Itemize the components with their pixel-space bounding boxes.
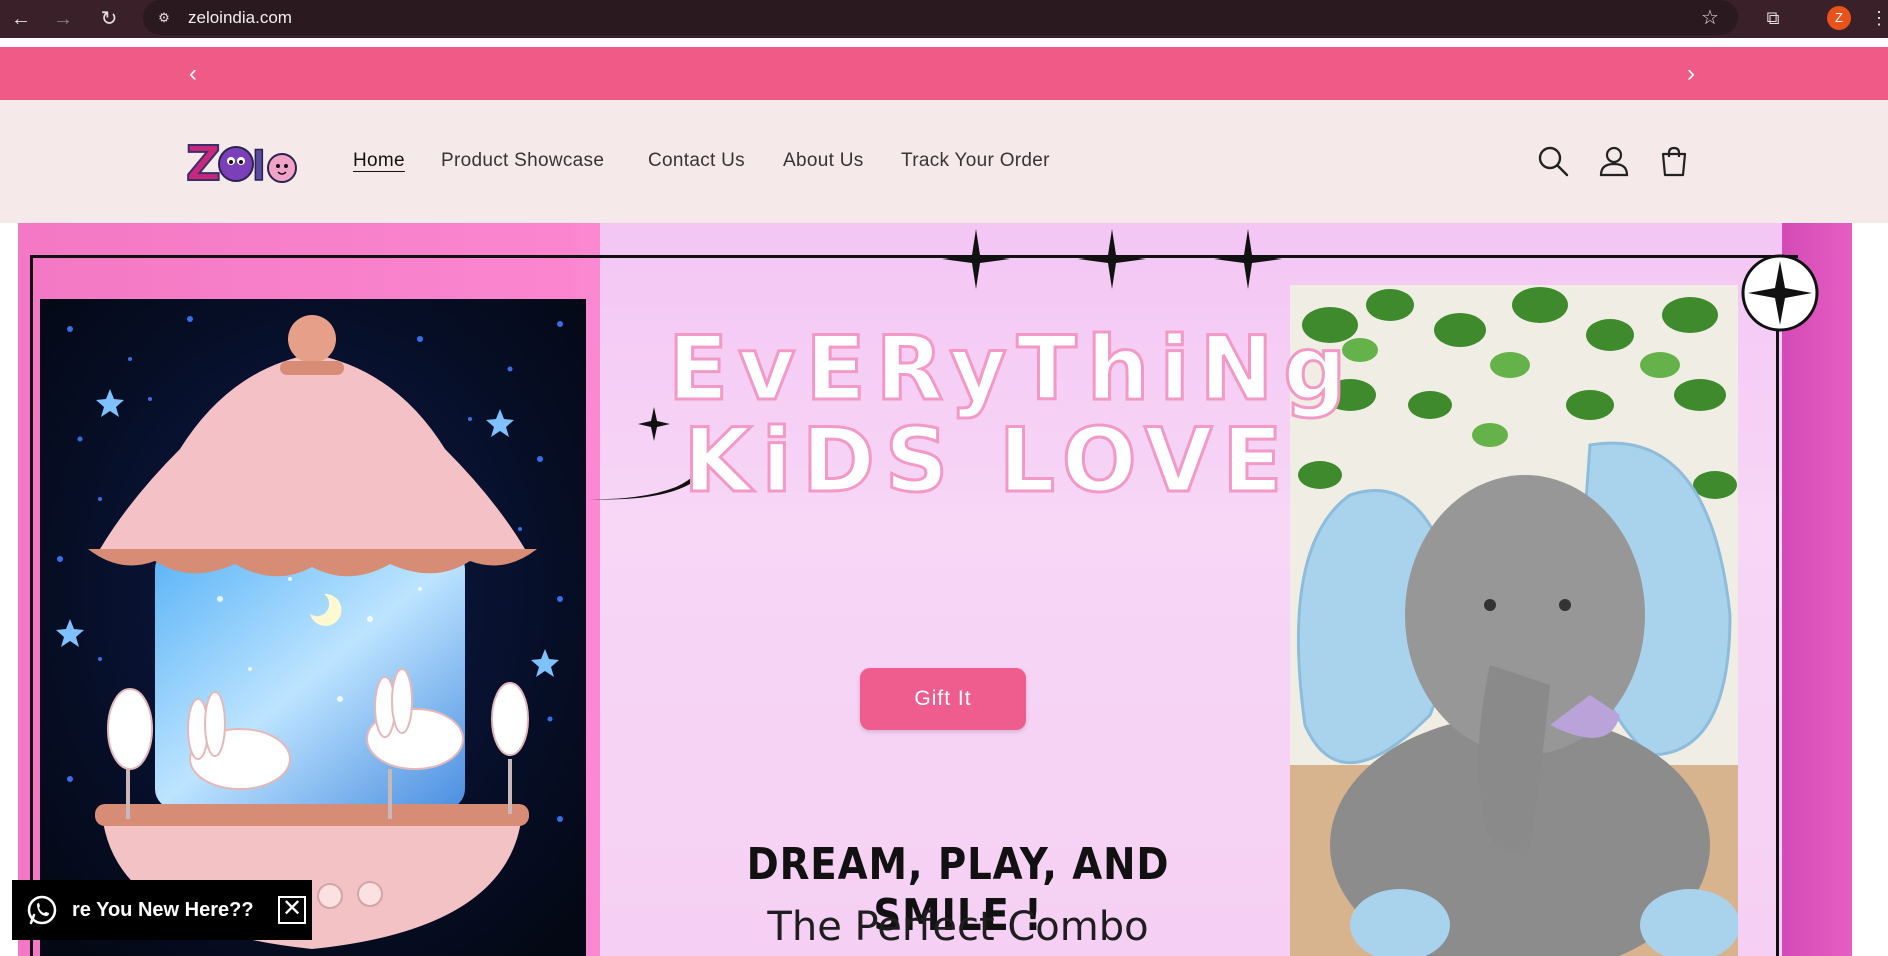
hero-headline: EvERyThiNg KiDS LOVE: [667, 317, 1357, 512]
hero-headline-line1: EvERyThiNg: [667, 317, 1357, 420]
account-icon[interactable]: [1597, 144, 1631, 178]
frame-line: [1776, 283, 1779, 956]
menu-kebab-icon[interactable]: ⋮: [1870, 4, 1888, 32]
hero-banner[interactable]: EvERyThiNg KiDS LOVE Gift It DREAM, PLAY…: [18, 223, 1852, 956]
frame-line: [30, 255, 33, 956]
nav-home[interactable]: Home: [353, 150, 405, 172]
sparkle-badge-icon: [1741, 254, 1819, 332]
svg-text:l: l: [252, 144, 266, 188]
zelo-logo[interactable]: Z l: [186, 136, 300, 188]
whatsapp-icon: [27, 895, 57, 925]
whatsapp-popup[interactable]: re You New Here?? ✕: [12, 880, 312, 940]
browser-toolbar: ← → ↻ ⚙ zeloindia.com ☆ ⧉ Z ⋮: [0, 0, 1888, 38]
elephant-plush-image[interactable]: [1290, 285, 1738, 956]
extensions-icon[interactable]: ⧉: [1760, 4, 1786, 32]
nav-about-us[interactable]: About Us: [783, 150, 864, 172]
profile-avatar[interactable]: Z: [1827, 6, 1851, 30]
sparkle-icon: [942, 229, 1282, 289]
nav-track-your-order[interactable]: Track Your Order: [901, 150, 1050, 172]
announcement-bar: ‹ ›: [0, 47, 1888, 100]
address-bar[interactable]: [143, 0, 1738, 35]
svg-text:Z: Z: [186, 136, 221, 188]
reload-icon[interactable]: ↻: [94, 4, 124, 34]
nav-product-showcase[interactable]: Product Showcase: [441, 150, 604, 172]
chevron-left-icon[interactable]: ‹: [178, 47, 208, 100]
url-text[interactable]: zeloindia.com: [188, 8, 292, 28]
nav-contact-us[interactable]: Contact Us: [648, 150, 745, 172]
site-info-icon[interactable]: ⚙: [154, 8, 174, 28]
forward-arrow-icon[interactable]: →: [48, 4, 78, 34]
hero-subtagline: The Perfect Combo: [767, 904, 1149, 950]
chevron-right-icon[interactable]: ›: [1676, 47, 1706, 100]
back-arrow-icon[interactable]: ←: [6, 4, 36, 34]
cart-icon[interactable]: [1657, 144, 1691, 178]
close-icon[interactable]: ✕: [278, 896, 306, 924]
whatsapp-popup-text[interactable]: re You New Here??: [72, 880, 272, 940]
bookmark-star-icon[interactable]: ☆: [1697, 4, 1723, 32]
carousel-music-box-image[interactable]: [40, 299, 586, 956]
hero-headline-line2: KiDS LOVE: [682, 409, 1293, 512]
search-icon[interactable]: [1536, 144, 1570, 178]
gift-it-button[interactable]: Gift It: [860, 668, 1026, 730]
site-header: Z l Home Product Showcase Contact Us Abo…: [0, 100, 1888, 223]
